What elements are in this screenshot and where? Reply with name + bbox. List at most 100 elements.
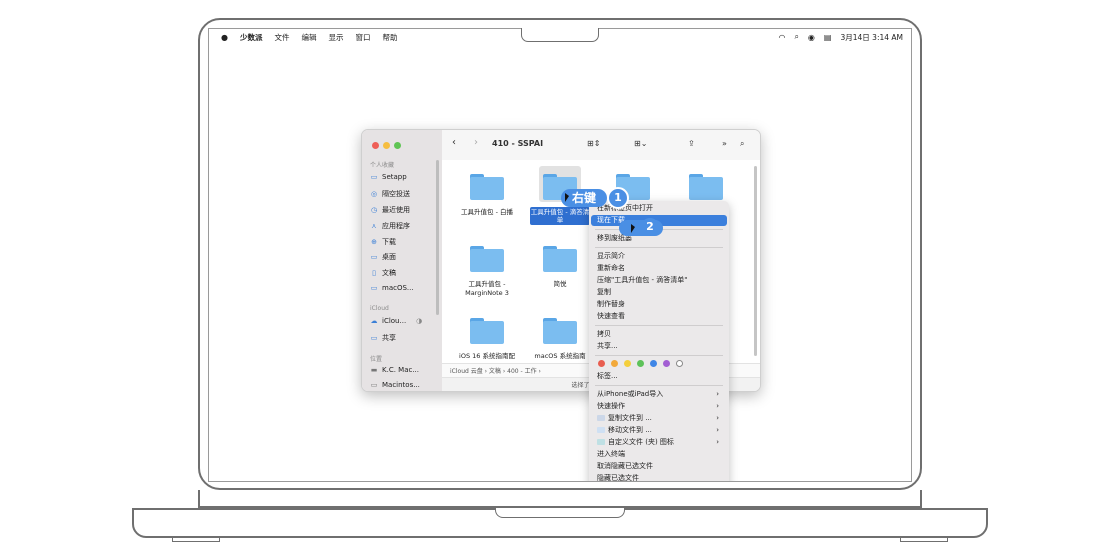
share-icon[interactable]: ⇪ (688, 139, 695, 148)
menu-item-custom-icon[interactable]: 自定义文件 (夹) 图标 › (597, 437, 723, 448)
folder-icon[interactable] (543, 246, 577, 272)
laptop-icon: ▬ (370, 366, 378, 374)
menu-item-import-from-iphone[interactable]: 从iPhone或iPad导入 › (597, 389, 723, 400)
download-icon: ⊕ (371, 238, 377, 246)
shared-folder-icon: ▭ (370, 334, 378, 342)
menu-item-move-to-trash[interactable]: 移到废纸篓 (597, 233, 723, 244)
menu-item-copy-file-to[interactable]: 复制文件到 ... › (597, 413, 723, 424)
tag-yellow[interactable] (624, 360, 631, 367)
zoom-button[interactable] (394, 142, 401, 149)
user-icon[interactable]: ◉ (808, 33, 815, 42)
close-button[interactable] (372, 142, 379, 149)
sidebar-item-mac[interactable]: ▬ K.C. Mac... (370, 366, 419, 374)
menu-item-duplicate[interactable]: 复制 (597, 287, 723, 298)
sidebar-item-shared[interactable]: ▭ 共享 (370, 333, 396, 343)
menu-item-get-info[interactable]: 显示简介 (597, 251, 723, 262)
screen: ● 少数派 文件 编辑 显示 窗口 帮助 ◠ ⌕ ◉ ▤ 3月14日 3:14 … (208, 28, 912, 482)
search-icon[interactable]: ⌕ (740, 139, 744, 149)
tag-blue[interactable] (650, 360, 657, 367)
view-mode-icon[interactable]: ⊞⇕ (587, 139, 600, 148)
tag-orange[interactable] (611, 360, 618, 367)
menu-window[interactable]: 窗口 (355, 32, 370, 43)
menu-separator (595, 247, 723, 248)
wifi-icon[interactable]: ◠ (778, 33, 785, 42)
chevron-right-icon: › (716, 426, 719, 434)
path-text: iCloud 云盘 › 文稿 › 400 - 工作 › (450, 368, 541, 375)
sidebar-item-downloads[interactable]: ⊕ 下载 (370, 237, 396, 247)
tag-red[interactable] (598, 360, 605, 367)
folder-icon[interactable] (470, 246, 504, 272)
sidebar-item-recents[interactable]: ◷ 最近使用 (370, 205, 410, 215)
laptop-foot-right (900, 538, 948, 542)
menu-item-rename[interactable]: 重新命名 (597, 263, 723, 274)
camera-notch (521, 28, 599, 42)
window-title: 410 - SSPAI (492, 139, 544, 148)
group-by-icon[interactable]: ⊞⌄ (634, 139, 647, 148)
menu-item-open-terminal[interactable]: 进入终端 (597, 449, 723, 460)
desktop-icon: ▭ (370, 253, 378, 261)
folder-icon: ▭ (370, 173, 378, 181)
window-controls (372, 142, 401, 149)
minimize-button[interactable] (383, 142, 390, 149)
sidebar-item-applications[interactable]: ⋏ 应用程序 (370, 221, 410, 231)
apple-logo-icon[interactable]: ● (221, 33, 228, 42)
clock-icon: ◷ (370, 206, 378, 214)
content-scrollbar[interactable] (754, 166, 757, 356)
tag-none[interactable] (676, 360, 683, 367)
chevron-right-icon: › (716, 402, 719, 410)
menu-file[interactable]: 文件 (274, 32, 289, 43)
mouse-cursor-icon (565, 193, 569, 202)
menu-datetime[interactable]: 3月14日 3:14 AM (840, 32, 903, 43)
search-icon[interactable]: ⌕ (794, 32, 798, 42)
step1-badge: 1 (607, 187, 629, 209)
menu-item-quick-actions[interactable]: 快速操作 › (597, 401, 723, 412)
step1-label: 右键 (571, 191, 596, 205)
sidebar-scrollbar[interactable] (436, 160, 439, 315)
menu-view[interactable]: 显示 (328, 32, 343, 43)
finder-sidebar: 个人收藏 ▭ Setapp ◎ 隔空投送 ◷ 最近使用 ⋏ 应用程序 ⊕ 下载 ▭ 桌面 ▯… (362, 130, 442, 391)
menu-item-unhide-files[interactable]: 取消隐藏已选文件 (597, 461, 723, 472)
menu-item-move-file-to[interactable]: 移动文件到 ... › (597, 425, 723, 436)
mouse-cursor-icon (631, 224, 635, 233)
file-label: 工具升值包 - 白播 (461, 208, 513, 216)
sidebar-section-locations: 位置 (370, 356, 383, 363)
menu-separator (595, 355, 723, 356)
file-label-selected: 工具升值包 - 滴答清单 (530, 207, 590, 225)
forward-icon[interactable]: › (474, 137, 478, 148)
folder-icon[interactable] (689, 174, 723, 200)
menu-item-share[interactable]: 共享... (597, 341, 723, 352)
folder-icon[interactable] (543, 318, 577, 344)
sidebar-item-setapp[interactable]: ▭ Setapp (370, 173, 407, 181)
menu-item-compress[interactable]: 压缩"工具升值包 - 滴答清单" (597, 275, 723, 286)
menu-app-name[interactable]: 少数派 (240, 32, 263, 43)
laptop-base-notch (495, 508, 625, 518)
folder-icon[interactable] (470, 318, 504, 344)
menu-item-make-alias[interactable]: 制作替身 (597, 299, 723, 310)
sidebar-item-macos[interactable]: ▭ macOS... (370, 284, 414, 292)
menu-item-hide-files[interactable]: 隐藏已选文件 (597, 473, 723, 481)
chevron-right-icon: › (716, 438, 719, 446)
back-icon[interactable]: ‹ (452, 137, 456, 148)
file-label: macOS 系统指南 (534, 352, 586, 360)
sidebar-item-macintosh-hd[interactable]: ▭ Macintos... (370, 381, 420, 389)
menu-item-tags[interactable]: 标签... (597, 371, 723, 382)
menu-help[interactable]: 帮助 (382, 32, 397, 43)
tag-green[interactable] (637, 360, 644, 367)
menu-item-quick-look[interactable]: 快速查看 (597, 311, 723, 322)
sidebar-item-icloud-drive[interactable]: ☁ iClou... ◑ (370, 317, 423, 325)
control-center-icon[interactable]: ▤ (824, 33, 832, 42)
menu-item-copy[interactable]: 拷贝 (597, 329, 723, 340)
tag-purple[interactable] (663, 360, 670, 367)
sidebar-item-documents[interactable]: ▯ 文稿 (370, 268, 396, 278)
chevron-right-icon: › (716, 414, 719, 422)
folder-icon[interactable] (470, 174, 504, 200)
sidebar-section-favorites: 个人收藏 (370, 162, 395, 169)
more-icon[interactable]: » (722, 139, 727, 148)
menu-edit[interactable]: 编辑 (301, 32, 316, 43)
applications-icon: ⋏ (371, 222, 377, 230)
sidebar-item-airdrop[interactable]: ◎ 隔空投送 (370, 189, 410, 199)
finder-toolbar: ‹ › 410 - SSPAI ⊞⇕ ⊞⌄ ⇪ » ⌕ (442, 130, 760, 161)
step2-badge: 2 (641, 218, 659, 236)
move-file-icon (597, 427, 605, 433)
sidebar-item-desktop[interactable]: ▭ 桌面 (370, 252, 396, 262)
